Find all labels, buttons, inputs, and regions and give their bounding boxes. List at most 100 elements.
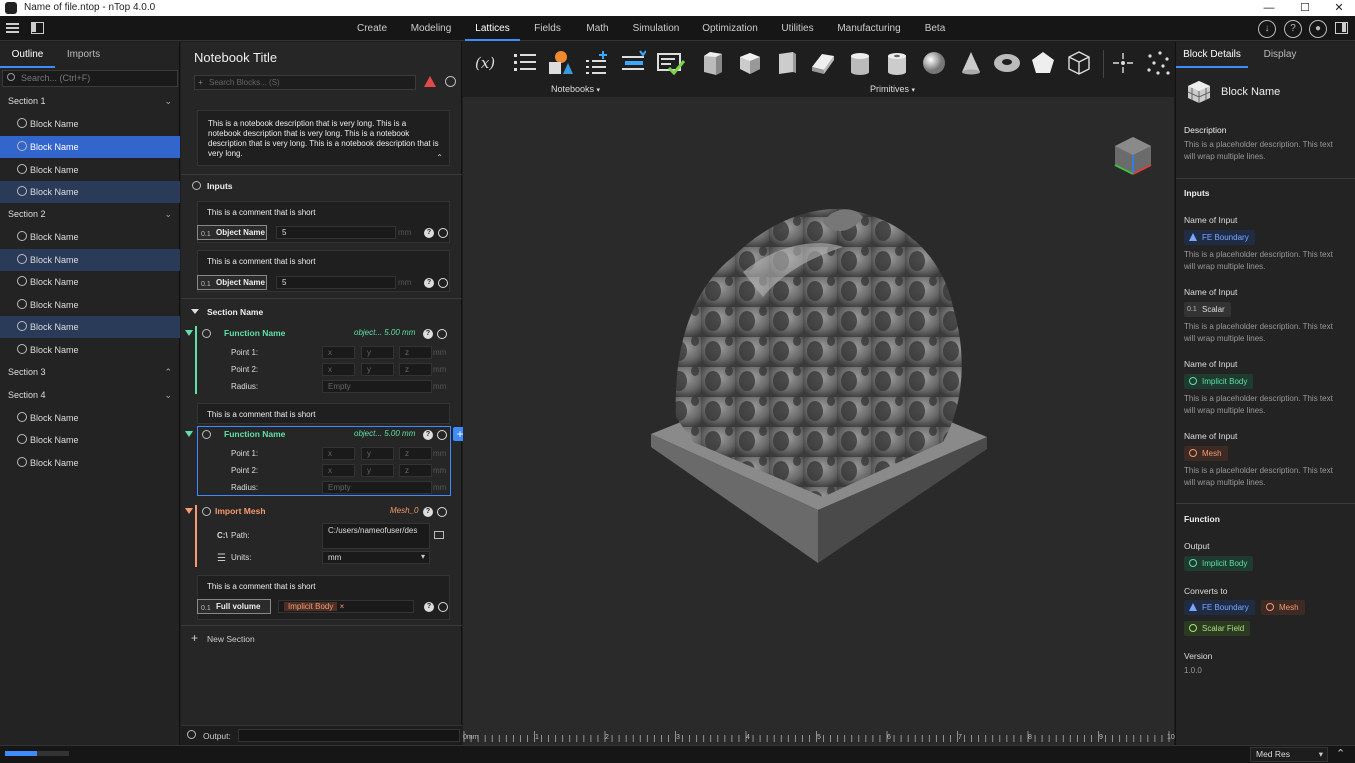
maximize-button[interactable]: ☐: [1288, 0, 1322, 16]
refresh-icon[interactable]: [445, 76, 456, 87]
hamburger-menu-icon[interactable]: [6, 23, 19, 33]
chevron-down-icon[interactable]: ⌄: [164, 203, 172, 225]
status-circle-icon[interactable]: [438, 278, 448, 288]
point2-z-input[interactable]: z: [399, 464, 432, 477]
point1-y-input[interactable]: y: [361, 447, 394, 460]
block-item[interactable]: Block Name: [0, 249, 180, 271]
checklist-icon[interactable]: [657, 50, 686, 76]
point2-x-input[interactable]: x: [322, 464, 355, 477]
output-field[interactable]: [238, 729, 460, 742]
block-item[interactable]: Block Name: [0, 113, 180, 135]
full-volume-button[interactable]: 0.1 Full volume: [197, 599, 271, 614]
path-input[interactable]: C:/users/nameofuser/des: [322, 523, 430, 549]
right-panel-toggle-icon[interactable]: [1335, 22, 1348, 34]
import-mesh-row[interactable]: Import Mesh Mesh_0 ?: [181, 503, 462, 521]
units-select[interactable]: mm ▾: [322, 551, 430, 564]
point2-y-input[interactable]: y: [361, 363, 394, 376]
point2-x-input[interactable]: x: [322, 363, 355, 376]
help-icon[interactable]: ?: [423, 430, 433, 440]
shapes-icon[interactable]: [547, 50, 573, 76]
import-mesh-name[interactable]: Import Mesh: [215, 506, 266, 516]
point2-z-input[interactable]: z: [399, 363, 432, 376]
block-item[interactable]: Block Name: [0, 316, 180, 338]
outline-search-input[interactable]: Search... (Ctrl+F): [2, 70, 178, 87]
status-circle-icon[interactable]: [437, 507, 447, 517]
point2-y-input[interactable]: y: [361, 464, 394, 477]
block-item[interactable]: Block Name: [0, 407, 180, 429]
menu-manufacturing[interactable]: Manufacturing: [835, 16, 903, 41]
status-circle-icon[interactable]: [437, 329, 447, 339]
help-icon[interactable]: ?: [423, 329, 433, 339]
full-volume-input[interactable]: Implicit Body ×: [278, 600, 414, 613]
help-icon[interactable]: ?: [424, 278, 434, 288]
value-input[interactable]: 5: [276, 276, 396, 289]
function-row[interactable]: Function Name object... 5.00 mm ?: [181, 325, 462, 343]
point-cloud-icon[interactable]: [1145, 50, 1171, 76]
status-circle-icon[interactable]: [437, 430, 447, 440]
tab-outline[interactable]: Outline: [0, 42, 55, 68]
value-input[interactable]: 5: [276, 226, 396, 239]
chevron-up-icon[interactable]: ⌃: [1336, 747, 1345, 760]
function-row[interactable]: Function Name object... 5.00 mm ?: [181, 426, 462, 444]
plus-icon[interactable]: +: [191, 631, 198, 645]
chevron-up-icon[interactable]: ⌃: [436, 153, 443, 163]
menu-math[interactable]: Math: [580, 16, 615, 41]
block-search-input[interactable]: + Search Blocks... (S): [194, 75, 416, 90]
section-header[interactable]: Section 4 ⌄: [0, 384, 180, 406]
collapse-caret-icon[interactable]: [185, 431, 193, 437]
list-icon[interactable]: [512, 50, 538, 76]
menu-create[interactable]: Create: [352, 16, 392, 41]
block-item[interactable]: Block Name: [0, 452, 180, 474]
tab-block-details[interactable]: Block Details: [1176, 42, 1248, 68]
status-circle-icon[interactable]: [438, 602, 448, 612]
remove-tag-icon[interactable]: ×: [337, 602, 345, 611]
status-circle-icon[interactable]: [438, 228, 448, 238]
notebook-description[interactable]: This is a notebook description that is v…: [197, 110, 450, 166]
lattice-model-render[interactable]: [463, 97, 1174, 745]
close-button[interactable]: ✕: [1322, 0, 1355, 16]
function-name[interactable]: Function Name: [224, 328, 285, 338]
chevron-down-icon[interactable]: ⌄: [164, 90, 172, 112]
block-item[interactable]: Block Name: [0, 429, 180, 451]
sidebar-toggle-icon[interactable]: [31, 22, 44, 34]
chevron-down-icon[interactable]: ⌄: [164, 384, 172, 406]
tab-imports[interactable]: Imports: [56, 42, 111, 68]
menu-optimization[interactable]: Optimization: [700, 16, 760, 41]
object-name-button[interactable]: 0.1 Object Name: [197, 225, 267, 240]
tab-display[interactable]: Display: [1248, 42, 1312, 68]
torus-primitive-icon[interactable]: [992, 50, 1022, 76]
section-header[interactable]: Section 1 ⌄: [0, 90, 180, 112]
block-item[interactable]: Block Name: [0, 271, 180, 293]
caret-down-icon[interactable]: [191, 309, 199, 314]
warning-icon[interactable]: [424, 76, 436, 87]
insert-list-icon[interactable]: [620, 50, 647, 76]
menu-simulation[interactable]: Simulation: [628, 16, 684, 41]
menu-modeling[interactable]: Modeling: [406, 16, 456, 41]
section-header[interactable]: Section 3 ⌃: [0, 361, 180, 383]
prism-primitive-icon[interactable]: [773, 50, 799, 76]
folder-icon[interactable]: [434, 531, 444, 539]
add-list-icon[interactable]: [584, 50, 610, 76]
block-item[interactable]: Block Name: [0, 339, 180, 361]
primitives-dropdown[interactable]: Primitives ▾: [870, 84, 915, 94]
section-header[interactable]: Section 2 ⌄: [0, 203, 180, 225]
wedge-primitive-icon[interactable]: [810, 50, 836, 76]
help-icon[interactable]: ?: [423, 507, 433, 517]
block-item[interactable]: Block Name: [0, 294, 180, 316]
user-icon[interactable]: ●: [1309, 20, 1327, 38]
menu-fields[interactable]: Fields: [530, 16, 565, 41]
block-item[interactable]: Block Name: [0, 136, 180, 158]
cone-primitive-icon[interactable]: [958, 50, 984, 76]
radius-input[interactable]: Empty: [322, 481, 432, 494]
collapse-caret-icon[interactable]: [185, 508, 193, 514]
pentagon-primitive-icon[interactable]: [1030, 50, 1056, 76]
help-icon[interactable]: ?: [424, 602, 434, 612]
3d-viewport[interactable]: 0mm 1 2 3 4 5 6 7 8 9 10: [463, 97, 1175, 745]
implicit-body-tag[interactable]: Implicit Body: [284, 602, 338, 611]
menu-utilities[interactable]: Utilities: [775, 16, 820, 41]
menu-beta[interactable]: Beta: [918, 16, 952, 41]
block-item[interactable]: Block Name: [0, 181, 180, 203]
resolution-select[interactable]: Med Res ▾: [1250, 747, 1328, 762]
view-cube-icon[interactable]: [1114, 137, 1152, 175]
block-item[interactable]: Block Name: [0, 226, 180, 248]
